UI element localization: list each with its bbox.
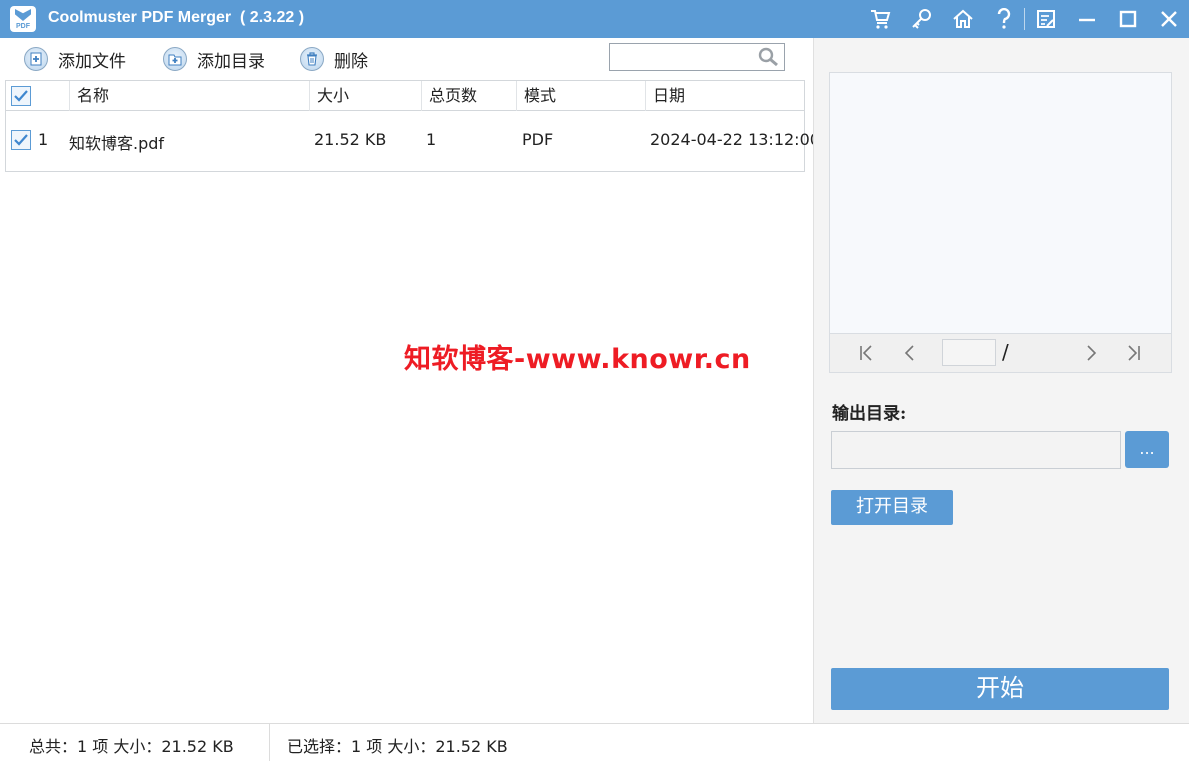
cart-icon[interactable] [860, 0, 901, 38]
file-table: 名称 大小 总页数 模式 日期 1 知软博客.pdf 21.52 KB 1 PD… [5, 80, 820, 172]
table-row[interactable]: 1 知软博客.pdf 21.52 KB 1 PDF 2024-04-22 13:… [6, 112, 820, 170]
home-icon[interactable] [942, 0, 983, 38]
add-folder-label: 添加目录 [197, 51, 265, 72]
status-separator [269, 724, 270, 761]
add-file-icon [24, 47, 48, 71]
cell-name: 知软博客.pdf [69, 134, 165, 153]
delete-label: 删除 [334, 51, 368, 72]
title-bar: PDF Coolmuster PDF Merger ( 2.3.22 ) [0, 0, 1189, 38]
delete-button[interactable]: 删除 [300, 46, 368, 72]
row-checkbox[interactable] [11, 130, 31, 151]
preview-pane: / [829, 72, 1172, 373]
watermark-text: 知软博客-www.knowr.cn [404, 344, 751, 375]
help-icon[interactable] [983, 0, 1024, 38]
toolbar: 添加文件 添加目录 删除 [0, 38, 813, 80]
row-index: 1 [38, 130, 49, 149]
close-icon[interactable] [1148, 0, 1189, 38]
search-icon[interactable] [758, 47, 780, 71]
cell-date: 2024-04-22 13:12:00 [650, 130, 820, 149]
table-header: 名称 大小 总页数 模式 日期 [6, 81, 804, 111]
trash-icon [300, 47, 324, 71]
status-total: 总共：1 项 大小：21.52 KB [29, 737, 234, 756]
window-title: Coolmuster PDF Merger ( 2.3.22 ) [48, 9, 305, 26]
column-header-date[interactable]: 日期 [645, 81, 804, 111]
search-input[interactable] [610, 44, 755, 70]
add-file-button[interactable]: 添加文件 [24, 46, 126, 72]
status-bar: 总共：1 项 大小：21.52 KB 已选择：1 项 大小：21.52 KB [0, 723, 1189, 761]
cell-pages: 1 [426, 130, 437, 149]
column-header-name[interactable]: 名称 [69, 81, 309, 111]
add-folder-button[interactable]: 添加目录 [163, 46, 265, 72]
previous-page-icon[interactable] [898, 341, 922, 365]
register-icon[interactable] [1025, 0, 1066, 38]
page-number-input[interactable] [942, 339, 996, 366]
add-folder-icon [163, 47, 187, 71]
last-page-icon[interactable] [1121, 341, 1145, 365]
preview-navigation: / [830, 333, 1171, 372]
maximize-icon[interactable] [1107, 0, 1148, 38]
cell-size: 21.52 KB [314, 130, 387, 149]
add-file-label: 添加文件 [58, 51, 126, 72]
first-page-icon[interactable] [855, 341, 879, 365]
output-directory-input[interactable] [831, 431, 1121, 469]
start-button[interactable]: 开始 [831, 668, 1169, 710]
browse-button[interactable]: ... [1125, 431, 1169, 468]
open-directory-button[interactable]: 打开目录 [831, 490, 953, 525]
search-box [609, 43, 785, 71]
column-header-pages[interactable]: 总页数 [421, 81, 516, 111]
cell-mode: PDF [522, 130, 554, 149]
column-header-size[interactable]: 大小 [309, 81, 421, 111]
app-logo: PDF [10, 6, 36, 32]
next-page-icon[interactable] [1079, 341, 1103, 365]
minimize-icon[interactable] [1066, 0, 1107, 38]
status-selected: 已选择：1 项 大小：21.52 KB [287, 737, 508, 756]
column-header-mode[interactable]: 模式 [516, 81, 645, 111]
right-panel: / 输出目录: ... 打开目录 开始 [813, 38, 1189, 723]
output-directory-label: 输出目录: [832, 404, 907, 424]
select-all-checkbox[interactable] [11, 86, 31, 107]
key-icon[interactable] [901, 0, 942, 38]
page-separator: / [1002, 340, 1009, 364]
